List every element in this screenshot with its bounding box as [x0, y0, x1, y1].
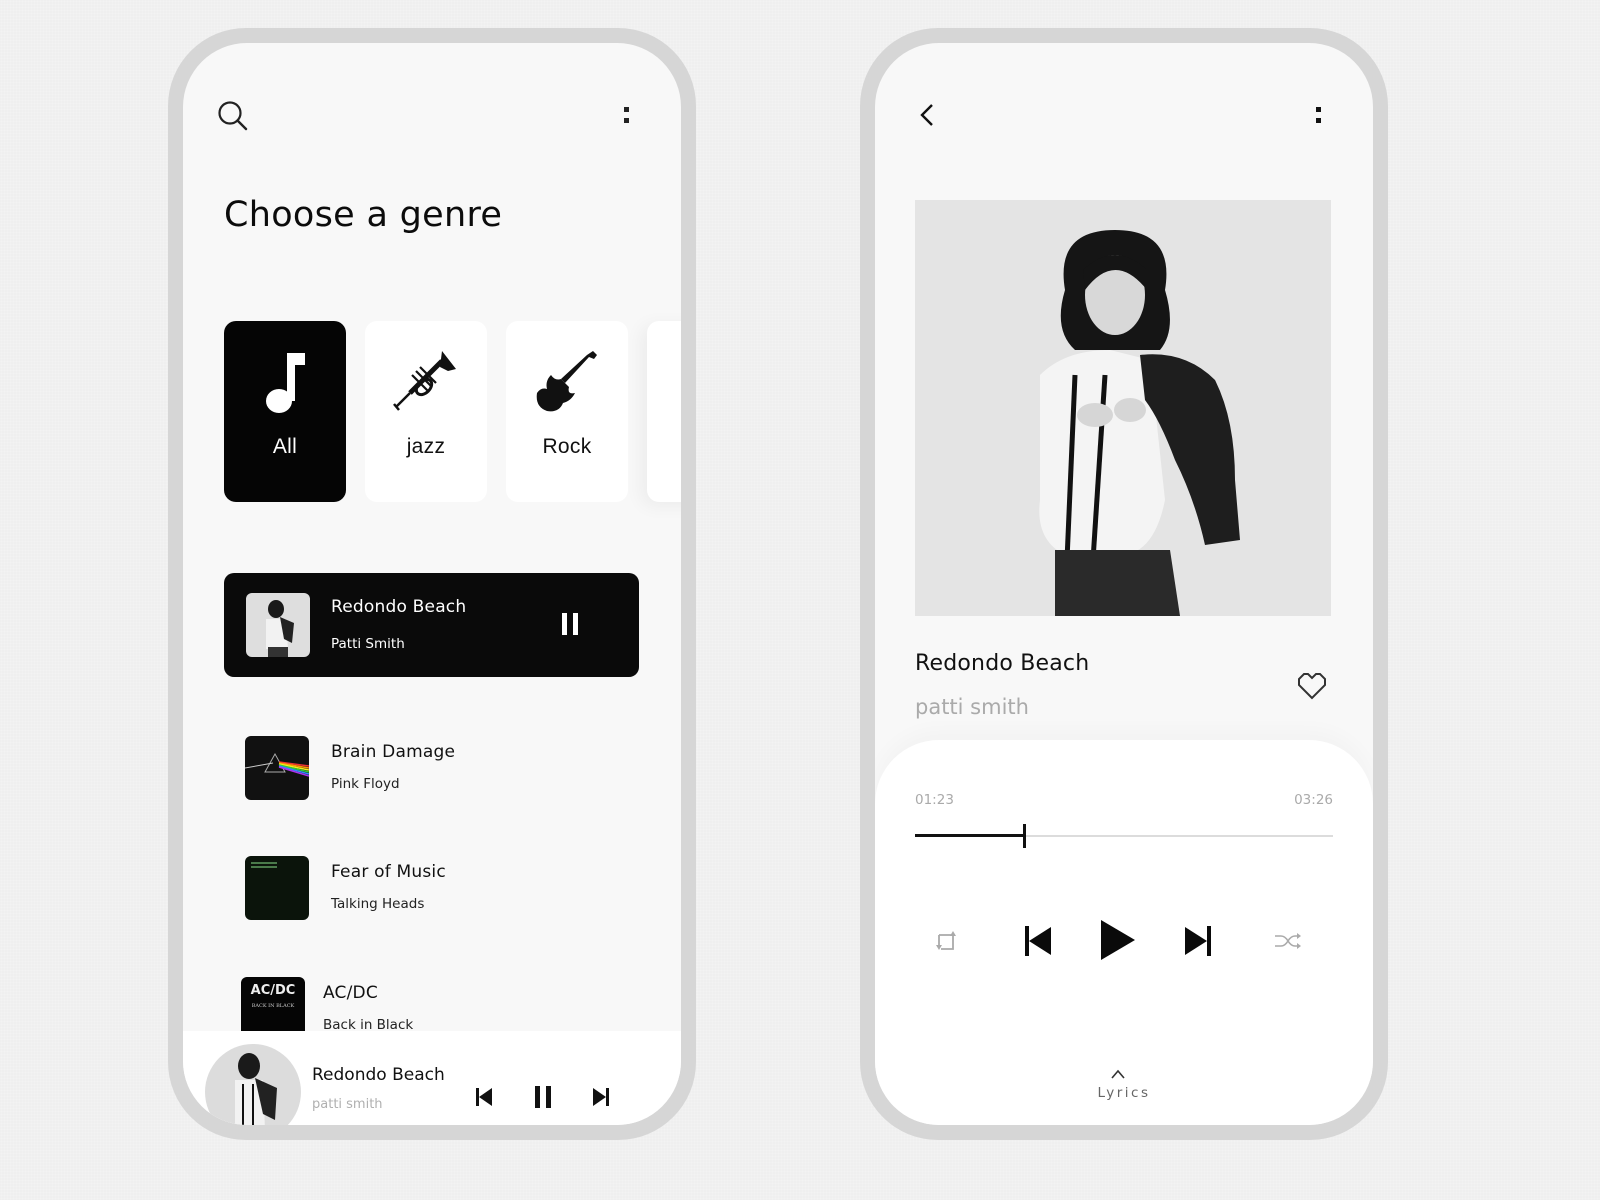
shuffle-icon[interactable]	[1275, 933, 1301, 949]
progress-fill	[915, 834, 1024, 837]
skip-next-icon[interactable]	[1185, 926, 1211, 956]
genre-label: jazz	[406, 435, 446, 458]
genre-card-rap[interactable]: Rap	[647, 321, 681, 502]
skip-previous-icon[interactable]	[1025, 926, 1051, 956]
song-title: Redondo Beach	[331, 597, 467, 617]
svg-text:AC/DC: AC/DC	[251, 983, 296, 998]
music-note-icon	[249, 347, 321, 419]
pause-icon[interactable]	[560, 613, 580, 635]
song-title: Brain Damage	[331, 742, 456, 762]
album-art-fear-of-music	[245, 856, 309, 920]
svg-text:BACK IN BLACK: BACK IN BLACK	[252, 1003, 295, 1009]
genre-card-all[interactable]: All	[224, 321, 346, 502]
electric-guitar-icon	[531, 347, 603, 419]
search-icon[interactable]	[217, 100, 249, 132]
genre-screen: Choose a genre All jazz Rock Redondo Bea…	[183, 43, 681, 1125]
trumpet-icon	[390, 347, 462, 419]
mini-player-artist: patti smith	[312, 1097, 383, 1112]
more-vertical-icon[interactable]	[1315, 104, 1323, 126]
album-cover	[915, 200, 1331, 616]
song-artist: Patti Smith	[331, 636, 405, 652]
play-icon[interactable]	[1101, 920, 1135, 960]
microphone-icon	[672, 347, 681, 419]
now-playing-card[interactable]: Redondo Beach Patti Smith	[224, 573, 639, 677]
player-screen: Redondo Beach patti smith 01:23 03:26 Ly…	[875, 43, 1373, 1125]
chevron-up-icon[interactable]	[1111, 1069, 1125, 1079]
phone-player-screen: Redondo Beach patti smith 01:23 03:26 Ly…	[860, 28, 1388, 1140]
phone-genre-screen: Choose a genre All jazz Rock Redondo Bea…	[168, 28, 696, 1140]
genre-card-rock[interactable]: Rock	[506, 321, 628, 502]
mini-player-album-art	[205, 1044, 301, 1125]
song-list-item[interactable]: Fear of Music Talking Heads	[224, 856, 639, 926]
back-chevron-icon[interactable]	[919, 102, 935, 128]
skip-next-icon[interactable]	[593, 1088, 609, 1106]
album-art-patti-smith	[246, 593, 310, 657]
song-title: Fear of Music	[331, 862, 446, 882]
repeat-icon[interactable]	[935, 930, 957, 952]
genre-card-jazz[interactable]: jazz	[365, 321, 487, 502]
mini-player[interactable]: Redondo Beach patti smith	[183, 1031, 681, 1125]
mini-player-title: Redondo Beach	[312, 1065, 445, 1085]
lyrics-button[interactable]: Lyrics	[875, 1085, 1373, 1101]
song-title: AC/DC	[323, 983, 378, 1003]
elapsed-time: 01:23	[915, 792, 954, 808]
song-list-item[interactable]: Brain Damage Pink Floyd	[224, 736, 639, 806]
track-title: Redondo Beach	[915, 651, 1090, 676]
progress-handle[interactable]	[1022, 824, 1026, 848]
progress-slider[interactable]	[915, 824, 1333, 848]
page-title: Choose a genre	[224, 195, 503, 235]
track-artist: patti smith	[915, 695, 1029, 719]
album-art-prism	[245, 736, 309, 800]
pause-icon[interactable]	[534, 1086, 552, 1108]
song-artist: Pink Floyd	[331, 776, 400, 792]
genre-label: Rock	[542, 435, 592, 458]
genre-label: All	[272, 435, 298, 458]
skip-previous-icon[interactable]	[476, 1088, 492, 1106]
player-controls-panel: 01:23 03:26 Lyrics	[875, 740, 1373, 1125]
song-artist: Talking Heads	[331, 896, 425, 912]
total-time: 03:26	[1294, 792, 1333, 808]
heart-icon[interactable]	[1296, 671, 1328, 701]
more-vertical-icon[interactable]	[623, 104, 631, 126]
